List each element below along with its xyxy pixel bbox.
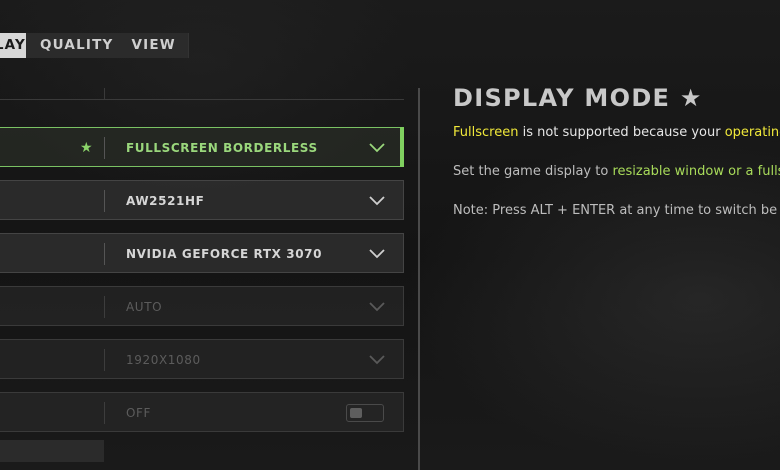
row-separator xyxy=(104,349,105,371)
setting-row-resolution: 1920X1080 xyxy=(0,339,404,379)
chevron-down-icon xyxy=(369,302,385,312)
setting-row-monitor[interactable]: AW2521HF xyxy=(0,180,404,220)
list-scroll-stub xyxy=(0,440,104,462)
monitor-value: AW2521HF xyxy=(126,194,205,208)
info-line-2-text: Set the game display to xyxy=(453,164,613,179)
info-line-1-highlight-2: operating xyxy=(724,125,780,140)
info-line-2-highlight: resizable window or a fullsc xyxy=(612,164,780,179)
setting-row-toggle: OFF xyxy=(0,392,404,432)
row-separator xyxy=(104,243,105,265)
tab-display-label: DISPLAY xyxy=(0,37,26,53)
row-separator xyxy=(104,137,105,159)
tab-view-label: VIEW xyxy=(131,37,176,53)
gpu-value: NVIDIA GEFORCE RTX 3070 xyxy=(126,247,323,261)
tab-quality-label: QUALITY xyxy=(40,37,114,53)
info-line-1: Fullscreen is not supported because your… xyxy=(453,125,780,140)
chevron-down-icon[interactable] xyxy=(369,194,385,206)
toggle-switch xyxy=(346,404,384,422)
row-separator xyxy=(104,402,105,424)
row-separator xyxy=(104,190,105,212)
tab-quality[interactable]: QUALITY xyxy=(26,33,125,58)
info-title: DISPLAY MODE ★ xyxy=(453,84,703,112)
settings-screen: DISPLAY QUALITY VIEW ★ FULLSCREEN BORDER… xyxy=(0,0,780,470)
setting-row-display-mode[interactable]: ★ FULLSCREEN BORDERLESS xyxy=(0,127,404,167)
display-mode-value: FULLSCREEN BORDERLESS xyxy=(126,141,318,155)
info-line-2: Set the game display to resizable window… xyxy=(453,164,780,179)
chevron-down-icon xyxy=(369,355,385,365)
row-separator xyxy=(104,296,105,318)
panel-divider xyxy=(418,88,420,470)
resolution-value: 1920X1080 xyxy=(126,353,201,367)
chevron-down-icon[interactable] xyxy=(369,141,385,153)
chevron-down-icon[interactable] xyxy=(369,247,385,259)
toggle-knob xyxy=(350,408,362,418)
star-icon: ★ xyxy=(80,140,93,156)
tab-view[interactable]: VIEW xyxy=(125,33,187,58)
settings-tabs: DISPLAY QUALITY VIEW xyxy=(0,33,189,58)
tab-display[interactable]: DISPLAY xyxy=(0,33,26,58)
setting-row-gpu[interactable]: NVIDIA GEFORCE RTX 3070 xyxy=(0,233,404,273)
info-line-3: Note: Press ALT + ENTER at any time to s… xyxy=(453,203,778,218)
setting-row-refresh: AUTO xyxy=(0,286,404,326)
refresh-value: AUTO xyxy=(126,300,163,314)
toggle-value: OFF xyxy=(126,406,152,420)
list-header-divider xyxy=(0,99,404,100)
list-header-tick xyxy=(104,88,105,100)
info-line-1-highlight: Fullscreen xyxy=(453,125,519,140)
info-line-1-text: is not supported because your xyxy=(518,125,725,140)
